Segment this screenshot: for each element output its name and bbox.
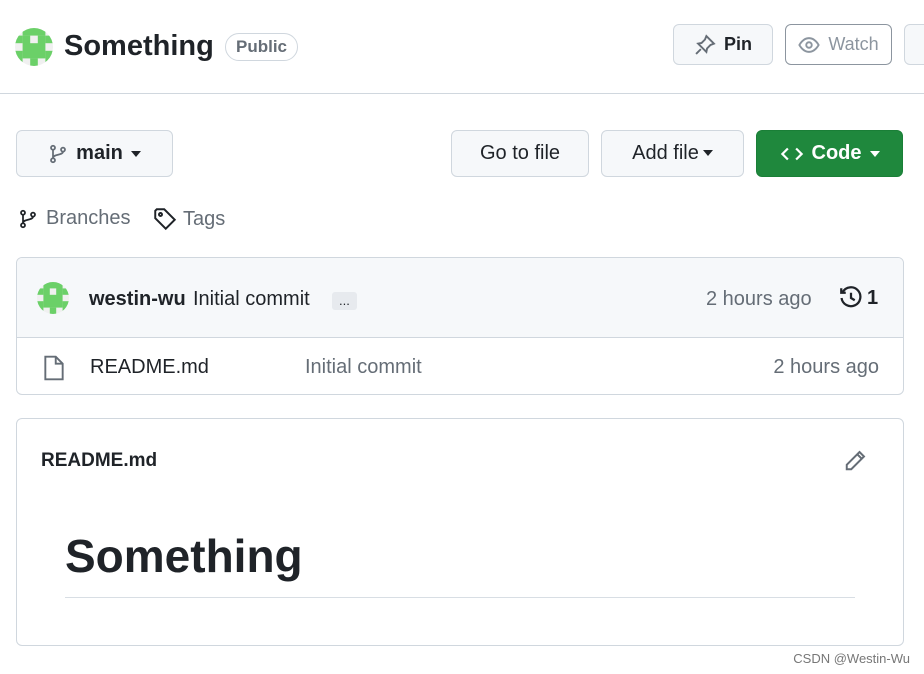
heading-divider [65, 597, 855, 598]
fork-button[interactable] [904, 24, 924, 65]
code-icon [780, 147, 803, 160]
pencil-icon[interactable] [843, 449, 867, 473]
code-label: Code [811, 142, 862, 164]
repo-owner-avatar[interactable] [15, 28, 53, 66]
commit-time: 2 hours ago [706, 288, 812, 310]
readme-title[interactable]: README.md [41, 450, 157, 472]
code-button[interactable]: Code [756, 130, 903, 177]
tags-label: Tags [183, 207, 226, 230]
chevron-down-icon [869, 151, 880, 162]
file-browser: westin-wu Initial commit ... 2 hours ago… [16, 257, 904, 395]
commit-message[interactable]: Initial commit [193, 288, 310, 311]
branches-label: Branches [46, 207, 131, 229]
file-name[interactable]: README.md [90, 356, 209, 379]
watermark: CSDN @Westin-Wu [793, 651, 910, 666]
pin-icon [695, 33, 716, 55]
header-divider [0, 93, 924, 94]
branches-link[interactable]: Branches [18, 207, 131, 230]
tags-link[interactable]: Tags [153, 207, 225, 231]
eye-icon [798, 36, 821, 53]
file-icon [44, 355, 64, 381]
tag-icon [154, 208, 177, 231]
add-file-label: Add file [632, 142, 699, 164]
visibility-badge: Public [225, 33, 299, 61]
branch-name: main [76, 142, 123, 164]
latest-commit-bar: westin-wu Initial commit ... 2 hours ago… [17, 258, 903, 338]
commit-expand-button[interactable]: ... [332, 292, 357, 310]
pin-label: Pin [723, 34, 752, 54]
commit-count: 1 [867, 286, 879, 309]
file-commit-time: 2 hours ago [773, 356, 879, 378]
pin-button[interactable]: Pin [673, 24, 773, 65]
add-file-button[interactable]: Add file [601, 130, 744, 177]
git-branch-icon [20, 209, 36, 228]
file-row[interactable]: README.md Initial commit 2 hours ago [17, 338, 903, 394]
readme-panel: README.md Something [16, 418, 904, 646]
git-branch-icon [50, 144, 67, 163]
author-avatar[interactable] [37, 282, 69, 314]
commit-author[interactable]: westin-wu [89, 288, 186, 311]
go-to-file-button[interactable]: Go to file [451, 130, 589, 177]
watch-label: Watch [828, 34, 879, 54]
watch-button[interactable]: Watch [785, 24, 892, 65]
readme-heading: Something [65, 530, 303, 582]
chevron-down-icon [130, 151, 141, 162]
file-commit-message[interactable]: Initial commit [305, 356, 422, 379]
commit-history-link[interactable]: 1 [839, 286, 878, 310]
history-icon [840, 286, 862, 308]
repo-name[interactable]: Something [64, 30, 214, 63]
go-to-file-label: Go to file [479, 142, 561, 164]
branch-selector[interactable]: main [16, 130, 173, 177]
chevron-down-icon [702, 150, 713, 161]
